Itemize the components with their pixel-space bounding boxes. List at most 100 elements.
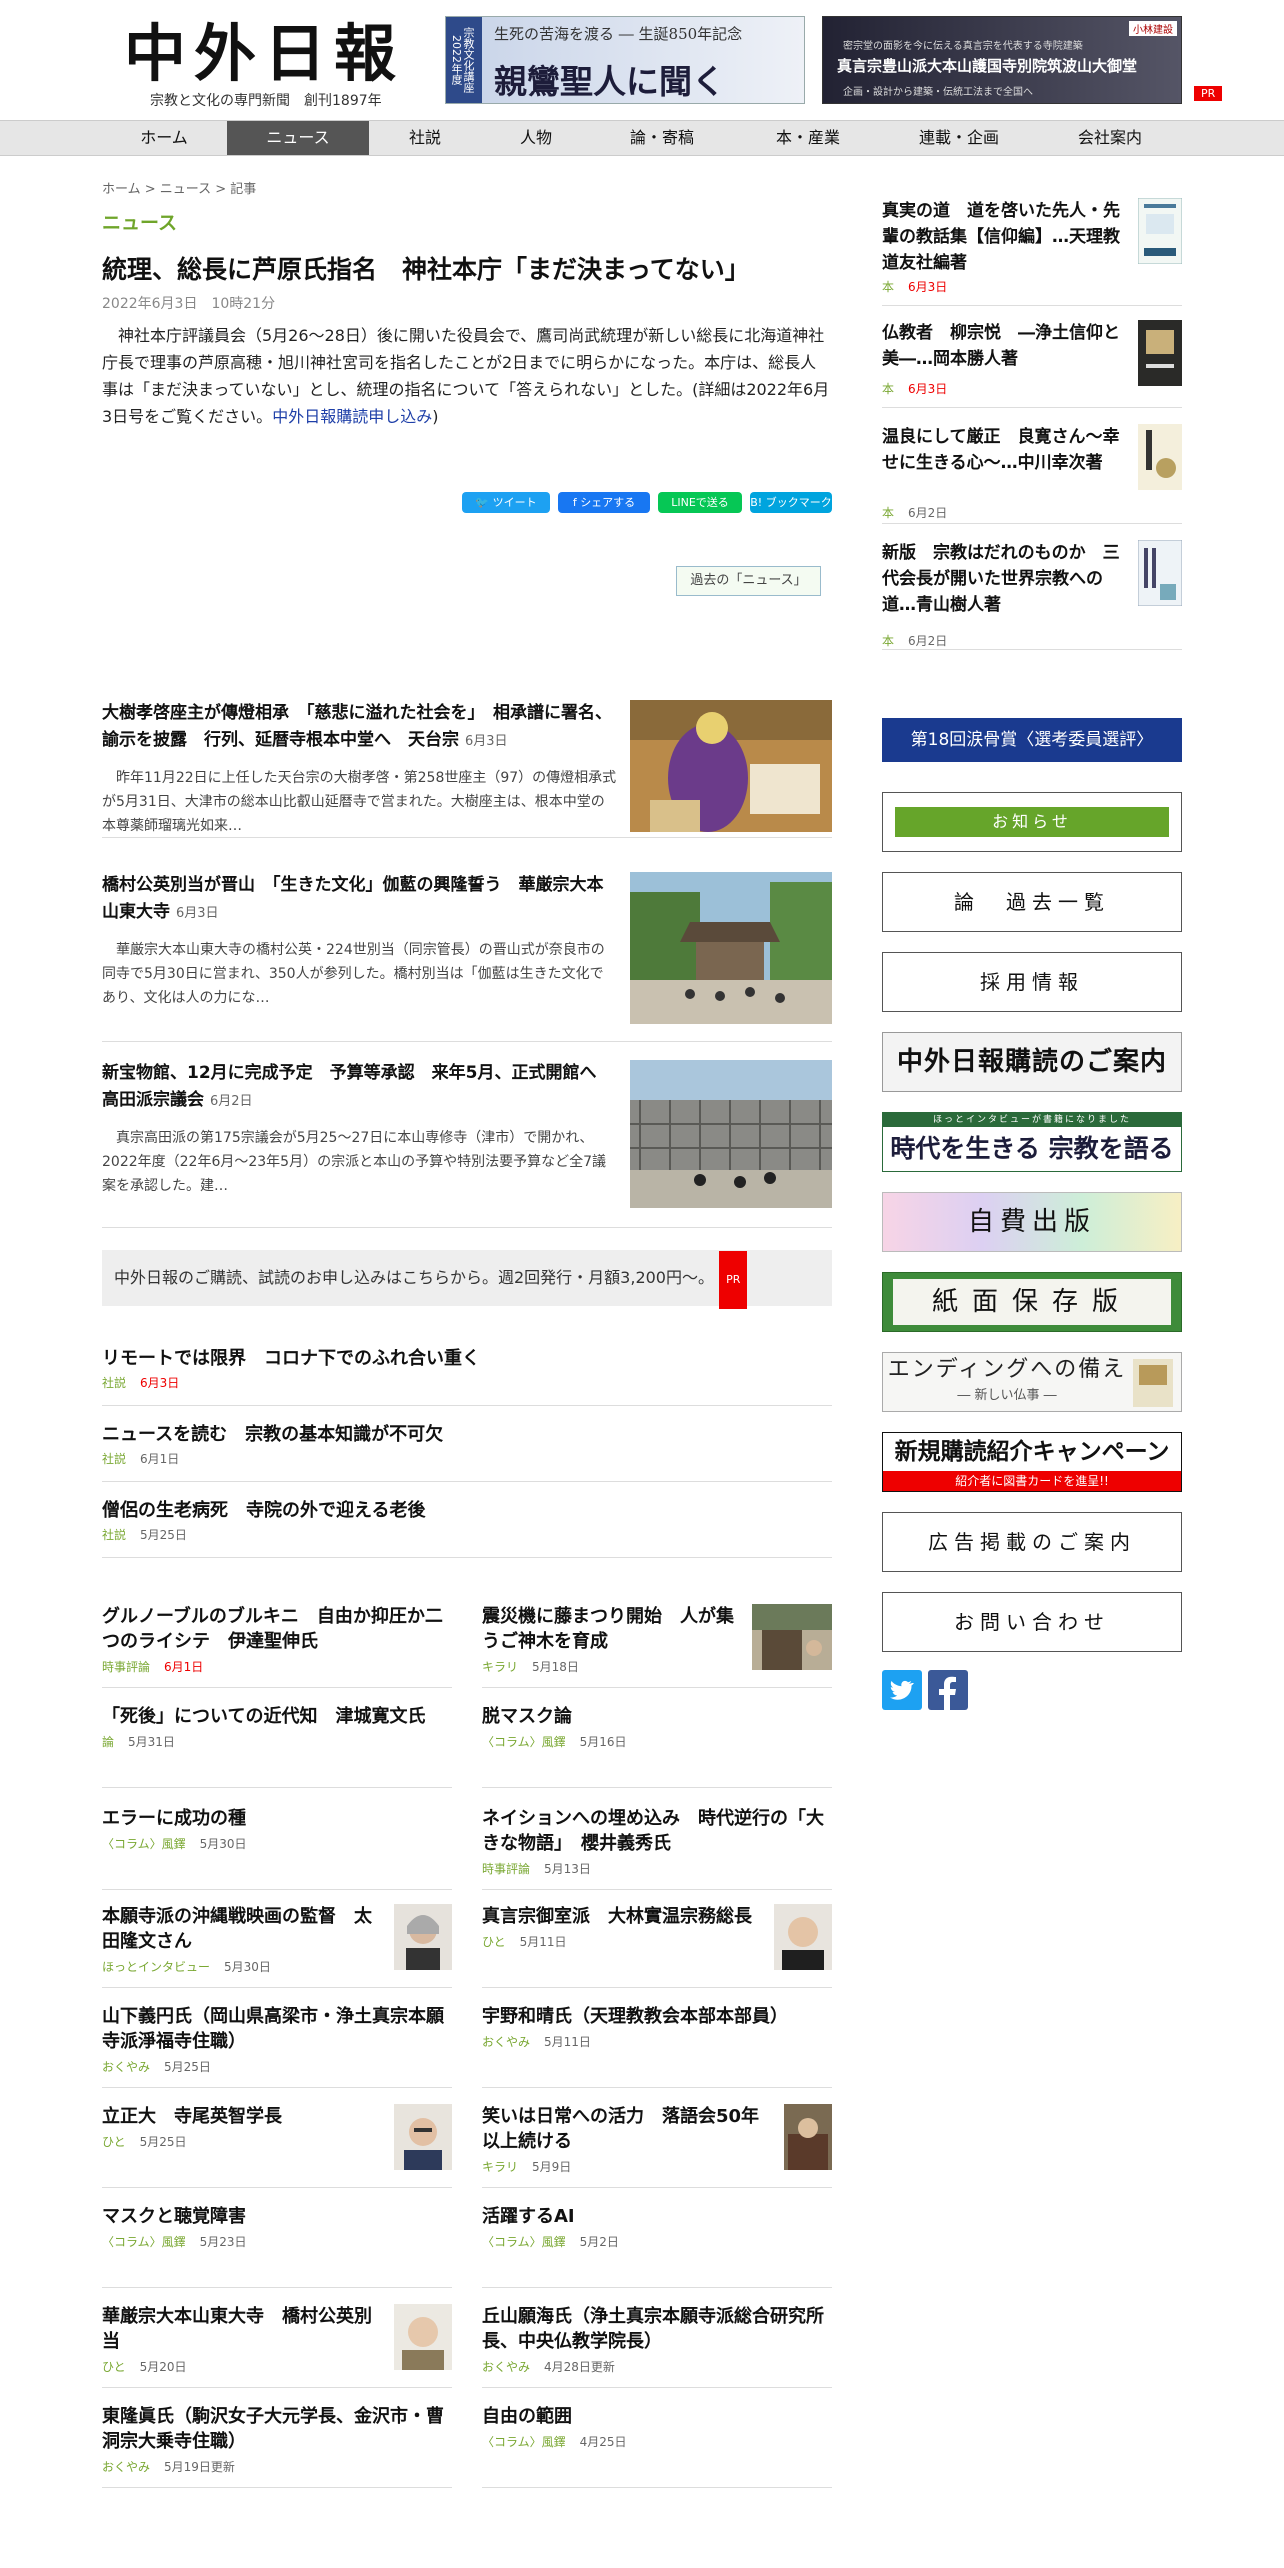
book-title[interactable]: 温良にして厳正 良寛さん〜幸せに生きる心〜…中川幸次著 xyxy=(882,424,1122,476)
editorial-item[interactable]: 僧侶の生老病死 寺院の外で迎える老後 社説 5月25日 xyxy=(102,1496,832,1558)
list-item-title[interactable]: 自由の範囲 xyxy=(482,2404,832,2429)
list-item-title[interactable]: グルノーブルのブルキニ 自由か抑圧か二つのライシテ 伊達聖伸氏 xyxy=(102,1604,452,1654)
nav-item-people[interactable]: 人物 xyxy=(481,121,591,155)
editorial-title[interactable]: ニュースを読む 宗教の基本知識が不可欠 xyxy=(102,1420,832,1446)
list-item-title[interactable]: 本願寺派の沖縄戦映画の監督 太田隆文さん xyxy=(102,1904,382,1954)
list-item[interactable]: 活躍するAI 〈コラム〉風鐸 5月2日 xyxy=(482,2204,832,2288)
list-item[interactable]: 山下義円氏（岡山県高梁市・浄土真宗本願寺派淨福寺住職） おくやみ 5月25日 xyxy=(102,2004,452,2088)
facebook-share-button[interactable]: f シェアする xyxy=(558,492,650,513)
book-item[interactable]: 真実の道 道を啓いた先人・先輩の教話集【信仰編】…天理教道友社編著 本 6月3日 xyxy=(882,198,1182,306)
featured-title[interactable]: 橋村公英別当が晋山 「生きた文化」伽藍の興隆誓う 華厳宗大本山東大寺 6月3日 xyxy=(102,872,612,927)
self-publish-banner[interactable]: 自費出版 xyxy=(882,1192,1182,1252)
nav-item-home[interactable]: ホーム xyxy=(102,121,226,155)
list-item[interactable]: 「死後」についての近代知 津城寛文氏 論 5月31日 xyxy=(102,1704,452,1788)
book-title[interactable]: 真実の道 道を啓いた先人・先輩の教話集【信仰編】…天理教道友社編著 xyxy=(882,198,1122,276)
breadcrumb[interactable]: ホーム > ニュース > 記事 xyxy=(102,178,256,197)
list-item-title[interactable]: 立正大 寺尾英智学長 xyxy=(102,2104,382,2129)
list-item-title[interactable]: 「死後」についての近代知 津城寛文氏 xyxy=(102,1704,452,1729)
nav-item-news[interactable]: ニュース xyxy=(227,121,369,155)
twitter-icon[interactable] xyxy=(882,1670,922,1710)
list-item-title[interactable]: 華厳宗大本山東大寺 橋村公英別当 xyxy=(102,2304,382,2354)
nav-item-series[interactable]: 連載・企画 xyxy=(884,121,1034,155)
list-item-title[interactable]: 脱マスク論 xyxy=(482,1704,832,1729)
list-item-title[interactable]: 真言宗御室派 大林實温宗務総長 xyxy=(482,1904,762,1929)
list-item[interactable]: 立正大 寺尾英智学長 ひと 5月25日 xyxy=(102,2104,452,2188)
subscribe-link[interactable]: 中外日報購読申し込み xyxy=(272,407,432,426)
list-item[interactable]: 脱マスク論 〈コラム〉風鐸 5月16日 xyxy=(482,1704,832,1788)
religion-book-banner[interactable]: ほっとインタビューが書籍になりました 時代を生きる 宗教を語る xyxy=(882,1112,1182,1172)
list-item-title[interactable]: 山下義円氏（岡山県高梁市・浄土真宗本願寺派淨福寺住職） xyxy=(102,2004,452,2054)
list-item-title[interactable]: ネイションへの埋め込み 時代逆行の「大きな物語」 櫻井義秀氏 xyxy=(482,1806,832,1856)
lecture-banner[interactable]: 宗教文化講座2022年度 生死の苦海を渡る ― 生誕850年記念 親鸞聖人に聞く xyxy=(445,16,805,104)
list-item[interactable]: 丘山願海氏（浄土真宗本願寺派総合研究所長、中央仏教学院長） おくやみ 4月28日更… xyxy=(482,2304,832,2388)
editorial-item[interactable]: リモートでは限界 コロナ下でのふれ合い重く 社説 6月3日 xyxy=(102,1344,832,1406)
editorial-title[interactable]: 僧侶の生老病死 寺院の外で迎える老後 xyxy=(102,1496,832,1522)
notice-box[interactable]: お知らせ xyxy=(882,792,1182,852)
list-item[interactable]: 華厳宗大本山東大寺 橋村公英別当 ひと 5月20日 xyxy=(102,2304,452,2388)
list-item[interactable]: ネイションへの埋め込み 時代逆行の「大きな物語」 櫻井義秀氏 時事評論 5月13日 xyxy=(482,1806,832,1890)
book-cover[interactable] xyxy=(1138,198,1182,264)
nav-item-editorial[interactable]: 社説 xyxy=(370,121,480,155)
contact-button[interactable]: お問い合わせ xyxy=(882,1592,1182,1652)
book-item[interactable]: 新版 宗教はだれのものか 三代会長が開いた世界宗教への道…青山樹人著 本 6月2日 xyxy=(882,540,1182,650)
nav-item-company[interactable]: 会社案内 xyxy=(1035,121,1185,155)
person-photo[interactable] xyxy=(394,1904,452,1970)
book-title[interactable]: 新版 宗教はだれのものか 三代会長が開いた世界宗教への道…青山樹人著 xyxy=(882,540,1122,618)
notice-button[interactable]: お知らせ xyxy=(895,807,1169,837)
ending-banner[interactable]: エンディングへの備え ― 新しい仏事 ― xyxy=(882,1352,1182,1412)
book-cover[interactable] xyxy=(1138,540,1182,606)
featured-photo[interactable] xyxy=(630,700,832,832)
ad-info-button[interactable]: 広告掲載のご案内 xyxy=(882,1512,1182,1572)
nav-item-opinion[interactable]: 論・寄稿 xyxy=(592,121,732,155)
featured-article[interactable]: 橋村公英別当が晋山 「生きた文化」伽藍の興隆誓う 華厳宗大本山東大寺 6月3日 華… xyxy=(102,872,832,1042)
list-item-title[interactable]: エラーに成功の種 xyxy=(102,1806,452,1831)
list-item-title[interactable]: 笑いは日常への活力 落語会50年以上続ける xyxy=(482,2104,762,2154)
book-cover[interactable] xyxy=(1138,424,1182,490)
list-item-title[interactable]: 活躍するAI xyxy=(482,2204,832,2229)
list-item-title[interactable]: マスクと聴覚障害 xyxy=(102,2204,452,2229)
featured-title[interactable]: 大樹孝啓座主が傳燈相承 「慈悲に溢れた社会を」 相承譜に署名、諭示を披露 行列、… xyxy=(102,700,612,755)
list-item[interactable]: 笑いは日常への活力 落語会50年以上続ける キラリ 5月9日 xyxy=(482,2104,832,2188)
list-item-title[interactable]: 東隆眞氏（駒沢女子大元学長、金沢市・曹洞宗大乗寺住職） xyxy=(102,2404,452,2454)
book-item[interactable]: 仏教者 柳宗悦 ―浄土信仰と美―…岡本勝人著 本 6月3日 xyxy=(882,320,1182,408)
list-item[interactable]: マスクと聴覚障害 〈コラム〉風鐸 5月23日 xyxy=(102,2204,452,2288)
featured-photo[interactable] xyxy=(630,1060,832,1208)
person-photo[interactable] xyxy=(394,2104,452,2170)
subscribe-banner[interactable]: 中外日報購読のご案内 xyxy=(882,1032,1182,1092)
book-title[interactable]: 仏教者 柳宗悦 ―浄土信仰と美―…岡本勝人著 xyxy=(882,320,1122,372)
list-item-title[interactable]: 宇野和晴氏（天理教教会本部本部員） xyxy=(482,2004,832,2029)
temple-ad-banner[interactable]: 小林建設 密宗堂の面影を今に伝える真言宗を代表する寺院建築 真言宗豊山派大本山護… xyxy=(822,16,1182,104)
list-item[interactable]: グルノーブルのブルキニ 自由か抑圧か二つのライシテ 伊達聖伸氏 時事評論 6月1日 xyxy=(102,1604,452,1688)
list-item[interactable]: 本願寺派の沖縄戦映画の監督 太田隆文さん ほっとインタビュー 5月30日 xyxy=(102,1904,452,1988)
list-item[interactable]: エラーに成功の種 〈コラム〉風鐸 5月30日 xyxy=(102,1806,452,1890)
list-item-title[interactable]: 震災機に藤まつり開始 人が集うご神木を育成 xyxy=(482,1604,744,1654)
campaign-banner[interactable]: 新規購読紹介キャンペーン 紹介者に図書カードを進呈!! xyxy=(882,1432,1182,1492)
editorial-title[interactable]: リモートでは限界 コロナ下でのふれ合い重く xyxy=(102,1344,832,1370)
hatena-bookmark-button[interactable]: B! ブックマーク xyxy=(750,492,832,513)
recruit-button[interactable]: 採用情報 xyxy=(882,952,1182,1012)
book-item[interactable]: 温良にして厳正 良寛さん〜幸せに生きる心〜…中川幸次著 本 6月2日 xyxy=(882,424,1182,524)
line-share-button[interactable]: LINEで送る xyxy=(658,492,742,513)
nav-item-books[interactable]: 本・産業 xyxy=(733,121,883,155)
subscribe-bar[interactable]: 中外日報のご購読、試読のお申し込みはこちらから。週2回発行・月額3,200円〜。… xyxy=(102,1250,832,1309)
article-photo[interactable] xyxy=(784,2104,832,2170)
list-item[interactable]: 自由の範囲 〈コラム〉風鐸 4月25日 xyxy=(482,2404,832,2488)
site-logo[interactable]: 中外日報 xyxy=(124,22,404,86)
list-item[interactable]: 宇野和晴氏（天理教教会本部本部員） おくやみ 5月11日 xyxy=(482,2004,832,2088)
featured-photo[interactable] xyxy=(630,872,832,1024)
article-photo[interactable] xyxy=(752,1604,832,1670)
prize-banner[interactable]: 第18回涙骨賞〈選考委員選評〉 xyxy=(882,718,1182,762)
opinion-archive-button[interactable]: 論 過去一覧 xyxy=(882,872,1182,932)
list-item[interactable]: 真言宗御室派 大林實温宗務総長 ひと 5月11日 xyxy=(482,1904,832,1988)
tweet-button[interactable]: 🐦 ツイート xyxy=(462,492,550,513)
featured-article[interactable]: 大樹孝啓座主が傳燈相承 「慈悲に溢れた社会を」 相承譜に署名、諭示を披露 行列、… xyxy=(102,700,832,838)
list-item-title[interactable]: 丘山願海氏（浄土真宗本願寺派総合研究所長、中央仏教学院長） xyxy=(482,2304,832,2354)
editorial-item[interactable]: ニュースを読む 宗教の基本知識が不可欠 社説 6月1日 xyxy=(102,1420,832,1482)
featured-title[interactable]: 新宝物館、12月に完成予定 予算等承認 来年5月、正式開館へ 高田派宗議会 6月2… xyxy=(102,1060,614,1115)
list-item[interactable]: 震災機に藤まつり開始 人が集うご神木を育成 キラリ 5月18日 xyxy=(482,1604,832,1688)
past-news-button[interactable]: 過去の「ニュース」 xyxy=(676,566,821,596)
person-photo[interactable] xyxy=(394,2304,452,2370)
list-item[interactable]: 東隆眞氏（駒沢女子大元学長、金沢市・曹洞宗大乗寺住職） おくやみ 5月19日更新 xyxy=(102,2404,452,2488)
featured-article[interactable]: 新宝物館、12月に完成予定 予算等承認 来年5月、正式開館へ 高田派宗議会 6月2… xyxy=(102,1060,832,1228)
book-cover[interactable] xyxy=(1138,320,1182,386)
